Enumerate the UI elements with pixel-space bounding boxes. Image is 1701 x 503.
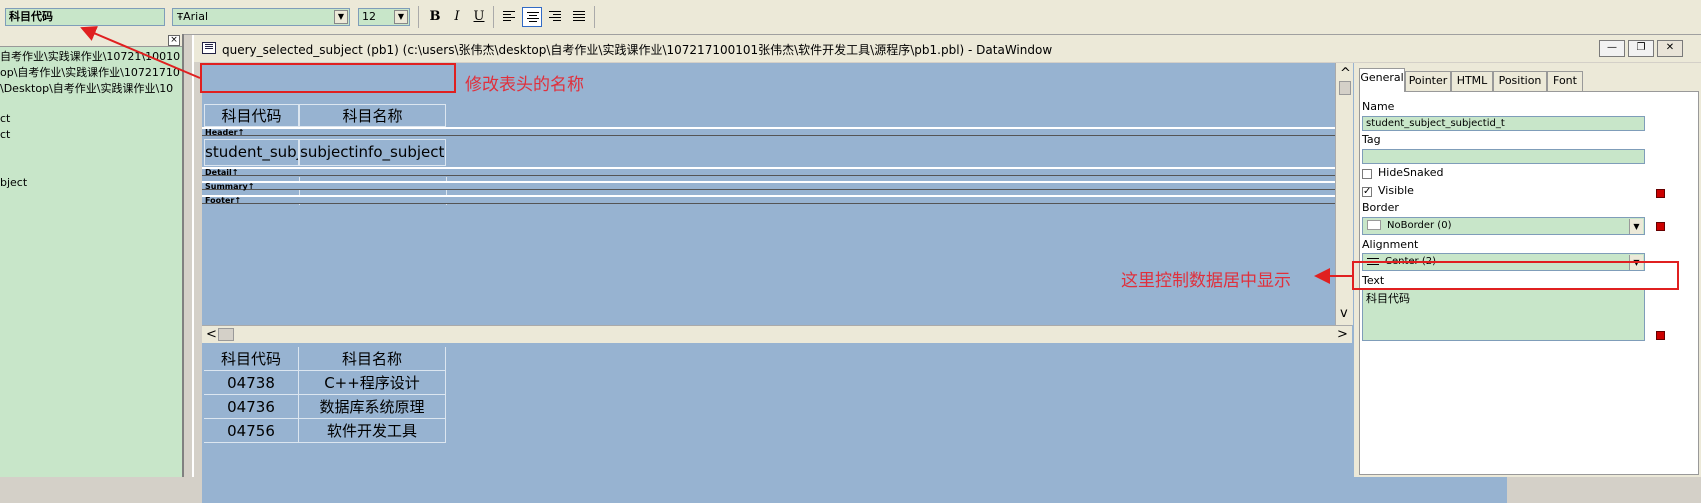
- datawindow-painter: query_selected_subject (pb1) (c:\users\张…: [192, 35, 1701, 503]
- border-label: Border: [1362, 201, 1399, 214]
- tag-field[interactable]: [1362, 149, 1645, 164]
- chevron-down-icon[interactable]: ▼: [1629, 219, 1643, 234]
- noborder-icon: [1367, 220, 1381, 230]
- scroll-left-icon[interactable]: <: [206, 328, 217, 341]
- tab-pointer[interactable]: Pointer: [1405, 71, 1451, 91]
- font-name-combo[interactable]: ŦArial ▼: [172, 8, 350, 26]
- header-annotation: 修改表头的名称: [465, 75, 584, 95]
- italic-button[interactable]: I: [447, 7, 467, 27]
- tab-general[interactable]: General: [1359, 68, 1405, 92]
- align-left-button[interactable]: [499, 7, 519, 27]
- horizontal-scrollbar[interactable]: < >: [202, 325, 1352, 343]
- toolbar-separator: [418, 6, 419, 28]
- name-label: Name: [1362, 100, 1395, 113]
- tree-item[interactable]: op\自考作业\实践课作业\10721710: [0, 64, 180, 80]
- preview-cell: 04736: [204, 395, 299, 419]
- tab-position[interactable]: Position: [1493, 71, 1547, 91]
- scroll-up-icon[interactable]: ^: [1340, 67, 1351, 80]
- library-panel-titlebar: ×: [0, 34, 182, 47]
- tree-item[interactable]: ct: [0, 112, 10, 125]
- window-title: query_selected_subject (pb1) (c:\users\张…: [222, 43, 1053, 57]
- vertical-scrollbar[interactable]: ^ v: [1335, 63, 1353, 325]
- align-center-icon: [527, 12, 539, 24]
- font-name-value: Arial: [183, 10, 209, 23]
- datawindow-titlebar: query_selected_subject (pb1) (c:\users\张…: [194, 35, 1701, 62]
- preview-cell: 04738: [204, 371, 299, 395]
- tab-font[interactable]: Font: [1547, 71, 1583, 91]
- scroll-right-icon[interactable]: >: [1337, 328, 1348, 341]
- chevron-down-icon[interactable]: ▼: [334, 10, 348, 24]
- align-right-button[interactable]: [545, 7, 565, 27]
- scroll-down-icon[interactable]: v: [1340, 307, 1348, 320]
- align-center-button[interactable]: [522, 7, 542, 27]
- align-left-icon: [503, 11, 515, 23]
- datawindow-icon: [202, 42, 216, 54]
- visible-checkbox[interactable]: ✓: [1362, 187, 1372, 197]
- border-value: NoBorder (0): [1387, 220, 1452, 231]
- expression-icon[interactable]: [1656, 189, 1665, 198]
- header-text-subjectname[interactable]: 科目名称: [299, 104, 446, 127]
- chevron-down-icon[interactable]: ▼: [394, 10, 408, 24]
- font-size-combo[interactable]: 12 ▼: [358, 8, 410, 26]
- alignment-annotation: 这里控制数据居中显示: [1121, 271, 1291, 291]
- alignment-label: Alignment: [1362, 238, 1419, 251]
- visible-label: Visible: [1378, 184, 1414, 197]
- band-summary[interactable]: Summary↑: [202, 181, 1335, 191]
- justify-button[interactable]: [569, 7, 589, 27]
- format-toolbar: 科目代码 ŦArial ▼ 12 ▼ B I U: [0, 0, 1701, 35]
- close-button[interactable]: ✕: [1657, 40, 1683, 57]
- tree-item[interactable]: ct: [0, 128, 10, 141]
- tree-item[interactable]: \Desktop\自考作业\实践课作业\10: [0, 80, 173, 96]
- band-detail[interactable]: Detail↑: [202, 167, 1335, 177]
- minimize-button[interactable]: —: [1599, 40, 1625, 57]
- preview-cell: 数据库系统原理: [299, 395, 446, 419]
- tag-label: Tag: [1362, 133, 1381, 146]
- alignment-highlight-box: [1352, 261, 1679, 290]
- tree-item[interactable]: bject: [0, 176, 27, 189]
- tree-item[interactable]: 自考作业\实践课作业\10721\10010: [0, 48, 180, 64]
- detail-column-subjectid[interactable]: student_subject_subjectid: [204, 139, 299, 166]
- preview-cell: 04756: [204, 419, 299, 443]
- expression-icon[interactable]: [1656, 222, 1665, 231]
- preview-cell: C++程序设计: [299, 371, 446, 395]
- toolbar-separator: [594, 6, 595, 28]
- restore-button[interactable]: ❐: [1628, 40, 1654, 57]
- name-field[interactable]: student_subject_subjectid_t: [1362, 116, 1645, 131]
- preview-header: 科目代码: [204, 347, 299, 371]
- design-canvas[interactable]: 科目代码 科目名称 Header↑ student_subject_subjec…: [202, 63, 1507, 503]
- detail-column-subjectname[interactable]: subjectinfo_subjectname: [299, 139, 446, 166]
- border-combo[interactable]: NoBorder (0) ▼: [1362, 217, 1645, 235]
- align-right-icon: [549, 11, 561, 23]
- preview-cell: 软件开发工具: [299, 419, 446, 443]
- header-text-subjectid[interactable]: 科目代码: [204, 104, 299, 127]
- library-tree-panel: × 自考作业\实践课作业\10721\10010 op\自考作业\实践课作业\1…: [0, 34, 184, 477]
- hidesnaked-label: HideSnaked: [1378, 166, 1444, 179]
- justify-icon: [573, 11, 585, 23]
- underline-button[interactable]: U: [469, 7, 489, 27]
- close-icon[interactable]: ×: [168, 35, 180, 46]
- text-field[interactable]: 科目代码: [1362, 289, 1645, 341]
- tab-html[interactable]: HTML: [1451, 71, 1493, 91]
- band-footer[interactable]: Footer↑: [202, 195, 1335, 205]
- scroll-thumb[interactable]: [218, 328, 234, 341]
- bold-button[interactable]: B: [425, 7, 445, 27]
- preview-header: 科目名称: [299, 347, 446, 371]
- header-highlight-box: [200, 63, 456, 93]
- toolbar-separator: [493, 6, 494, 28]
- font-size-value: 12: [362, 10, 376, 23]
- band-header[interactable]: Header↑: [202, 127, 1335, 137]
- expression-icon[interactable]: [1656, 331, 1665, 340]
- hidesnaked-checkbox[interactable]: [1362, 169, 1372, 179]
- control-text-field[interactable]: 科目代码: [5, 8, 165, 26]
- scroll-thumb[interactable]: [1339, 81, 1351, 95]
